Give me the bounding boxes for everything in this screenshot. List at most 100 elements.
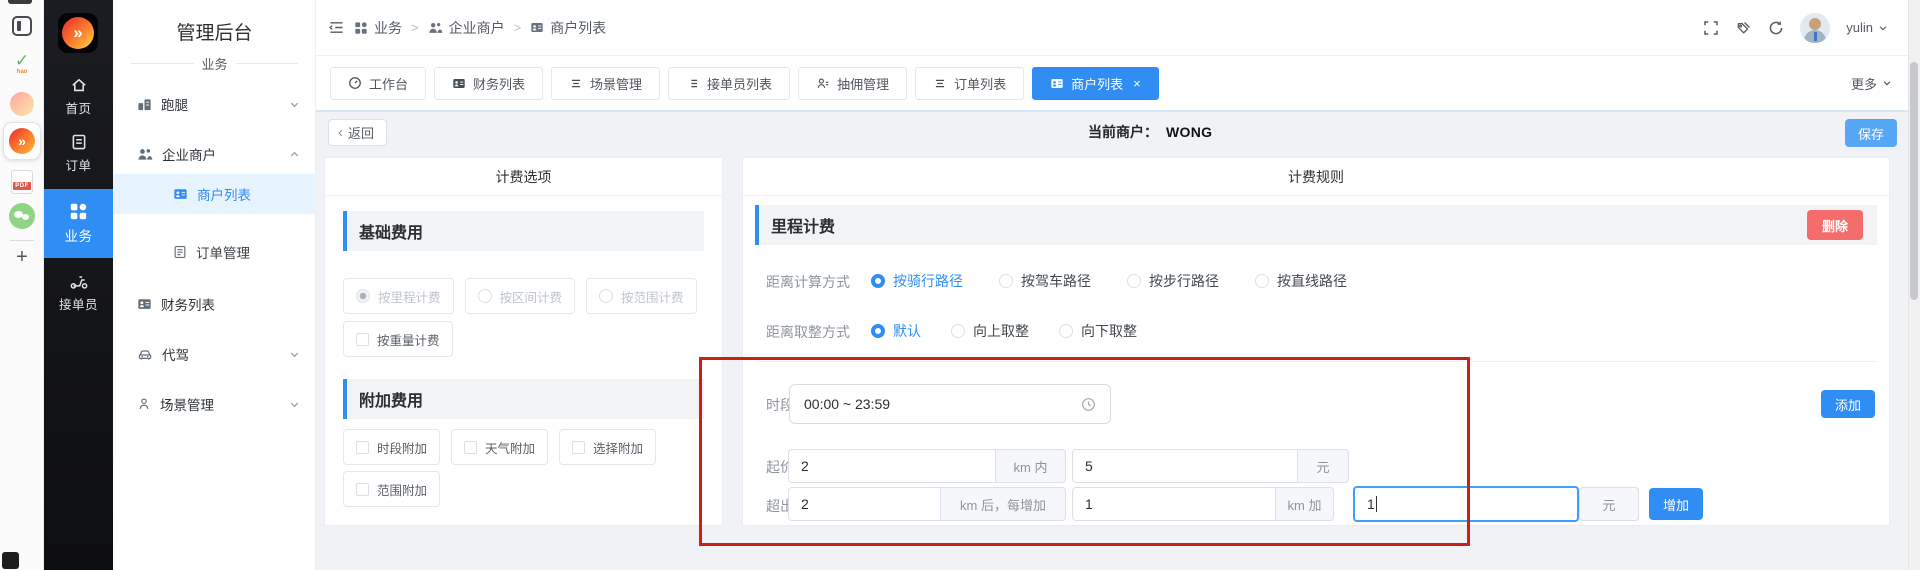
chevron-down-icon xyxy=(1882,78,1892,88)
checkbox-time-surcharge[interactable]: 时段附加 xyxy=(343,429,440,465)
radio-riding-route[interactable]: 按骑行路径 xyxy=(871,271,963,291)
extra-fee-checkbox-row-1: 时段附加 天气附加 选择附加 xyxy=(343,429,656,465)
user-avatar[interactable] xyxy=(1800,13,1830,43)
contact-card-icon xyxy=(452,77,466,90)
billing-rules-title: 计费规则 xyxy=(743,158,1889,196)
radio-icon xyxy=(1255,274,1269,288)
sidebar-item-orders[interactable]: 订单 xyxy=(44,133,113,177)
checkbox-icon xyxy=(356,483,369,496)
chevron-up-icon[interactable] xyxy=(289,149,300,160)
time-segment-row: 时段 00:00 ~ 23:59 添加 xyxy=(743,384,1889,424)
tab-finance-list[interactable]: 财务列表 xyxy=(434,67,543,100)
document-icon xyxy=(173,245,187,259)
breadcrumb-item-business[interactable]: 业务 xyxy=(354,18,402,38)
sidebar-item-business[interactable]: 业务 xyxy=(44,189,113,258)
breadcrumb: 业务 > 企业商户 > 商户列表 xyxy=(316,18,606,38)
rail-divider xyxy=(10,240,34,241)
tab-workbench[interactable]: 工作台 xyxy=(330,67,426,100)
breadcrumb-item-merchant-list[interactable]: 商户列表 xyxy=(530,18,606,38)
hao-bookmark-icon[interactable]: ✓hao xyxy=(0,52,44,75)
radio-round-default[interactable]: 默认 xyxy=(871,321,921,341)
radio-round-down[interactable]: 向下取整 xyxy=(1059,321,1137,341)
checkbox-option-surcharge[interactable]: 选择附加 xyxy=(559,429,656,465)
over-price-row: 超出 2 km 后，每增加 1 km 加 1 元 增加 xyxy=(743,487,1889,523)
refresh-icon[interactable] xyxy=(1768,20,1784,36)
sidebar-item-home[interactable]: 首页 xyxy=(44,76,113,120)
back-button[interactable]: ‹ 返回 xyxy=(328,119,387,146)
tab-overview-icon[interactable] xyxy=(0,16,44,36)
contact-card-icon xyxy=(173,187,188,201)
radio-by-interval[interactable]: 按区间计费 xyxy=(465,278,576,314)
contact-card-icon xyxy=(530,21,544,34)
add-bookmark-button[interactable]: + xyxy=(0,247,44,267)
checkbox-by-weight[interactable]: 按重量计费 xyxy=(343,321,453,357)
tabs-more-menu[interactable]: 更多 xyxy=(1851,74,1906,93)
order-icon xyxy=(70,133,88,151)
tab-merchant-list[interactable]: 商户列表 × xyxy=(1032,67,1159,100)
user-menu[interactable]: yulin xyxy=(1846,20,1888,35)
radio-driving-route[interactable]: 按驾车路径 xyxy=(999,271,1091,291)
people-icon xyxy=(137,147,153,162)
collapse-sidebar-icon[interactable] xyxy=(328,20,345,35)
radio-walking-route[interactable]: 按步行路径 xyxy=(1127,271,1219,291)
sidebar-item-couriers[interactable]: 接单员 xyxy=(44,272,113,318)
over-step-input[interactable]: 1 xyxy=(1072,487,1276,521)
radio-straight-line-route[interactable]: 按直线路径 xyxy=(1255,271,1347,291)
scrollbar-thumb[interactable] xyxy=(1910,62,1918,300)
over-step-unit: km 加 xyxy=(1276,487,1334,521)
chevron-down-icon[interactable] xyxy=(289,399,300,410)
tab-commission-management[interactable]: 抽佣管理 xyxy=(798,67,907,100)
checkbox-icon xyxy=(464,441,477,454)
radio-icon xyxy=(356,289,370,303)
chevron-down-icon[interactable] xyxy=(289,349,300,360)
checkbox-weather-surcharge[interactable]: 天气附加 xyxy=(451,429,548,465)
tab-scene-management[interactable]: 场景管理 xyxy=(551,67,660,100)
page-tabs: 工作台 财务列表 场景管理 接单员列表 抽佣管理 订单列表 商户列表 × 更多 xyxy=(316,56,1920,112)
over-price-input-focused[interactable]: 1 xyxy=(1353,486,1579,522)
base-price-input[interactable]: 5 xyxy=(1072,449,1298,483)
radio-icon xyxy=(599,289,613,303)
active-app-shortcut[interactable]: » xyxy=(0,122,44,160)
tags-icon[interactable] xyxy=(1735,20,1752,36)
base-distance-input[interactable]: 2 xyxy=(788,449,996,483)
nav-item-driving[interactable]: 代驾 xyxy=(113,334,316,374)
chevron-down-icon[interactable] xyxy=(289,99,300,110)
billing-options-title: 计费选项 xyxy=(325,158,722,196)
radio-by-range[interactable]: 按范围计费 xyxy=(586,278,697,314)
radio-round-up[interactable]: 向上取整 xyxy=(951,321,1029,341)
add-rule-button[interactable]: 添加 xyxy=(1821,390,1875,418)
base-price-row: 起价 2 km 内 5 元 xyxy=(743,449,1889,483)
breadcrumb-item-enterprise-merchants[interactable]: 企业商户 xyxy=(428,18,505,38)
rail-bottom-icon[interactable] xyxy=(2,552,19,569)
nav-sidebar: 管理后台 业务 跑腿 企业商户 商户列表 订单管理 财务列表 代驾 xyxy=(113,0,316,570)
current-merchant: 当前商户： WONG xyxy=(1088,122,1212,142)
save-button[interactable]: 保存 xyxy=(1845,119,1897,147)
distance-calc-label: 距离计算方式 xyxy=(766,272,850,292)
nav-item-errands[interactable]: 跑腿 xyxy=(113,84,316,124)
tab-order-list[interactable]: 订单列表 xyxy=(915,67,1024,100)
people-icon xyxy=(428,21,443,35)
increase-button[interactable]: 增加 xyxy=(1649,488,1703,520)
tab-courier-list[interactable]: 接单员列表 xyxy=(668,67,790,100)
time-segment-input[interactable]: 00:00 ~ 23:59 xyxy=(789,384,1111,424)
dashboard-icon xyxy=(348,76,362,90)
app-shortcut-faded-icon[interactable] xyxy=(0,92,44,116)
close-icon[interactable]: × xyxy=(1133,76,1141,91)
nav-item-scene-management[interactable]: 场景管理 xyxy=(113,384,316,424)
nav-item-merchant-list[interactable]: 商户列表 xyxy=(113,174,316,214)
distance-calc-row: 距离计算方式 按骑行路径 按驾车路径 按步行路径 按直线路径 xyxy=(743,271,1889,291)
over-distance-input[interactable]: 2 xyxy=(788,487,941,521)
nav-item-enterprise-merchants[interactable]: 企业商户 xyxy=(113,134,316,174)
fullscreen-icon[interactable] xyxy=(1703,20,1719,36)
radio-icon xyxy=(999,274,1013,288)
nav-item-order-management[interactable]: 订单管理 xyxy=(113,232,316,272)
nav-item-finance-list[interactable]: 财务列表 xyxy=(113,284,316,324)
radio-by-mileage[interactable]: 按里程计费 xyxy=(343,278,454,314)
checkbox-range-surcharge[interactable]: 范围附加 xyxy=(343,471,440,507)
pdf-shortcut-icon[interactable]: PDF xyxy=(0,170,44,194)
delete-button[interactable]: 删除 xyxy=(1807,210,1863,240)
extra-fee-checkbox-row-2: 范围附加 xyxy=(343,471,440,507)
brand-logo[interactable]: » xyxy=(58,13,98,53)
wechat-shortcut-icon[interactable] xyxy=(0,203,44,229)
console-title: 管理后台 xyxy=(113,18,316,45)
